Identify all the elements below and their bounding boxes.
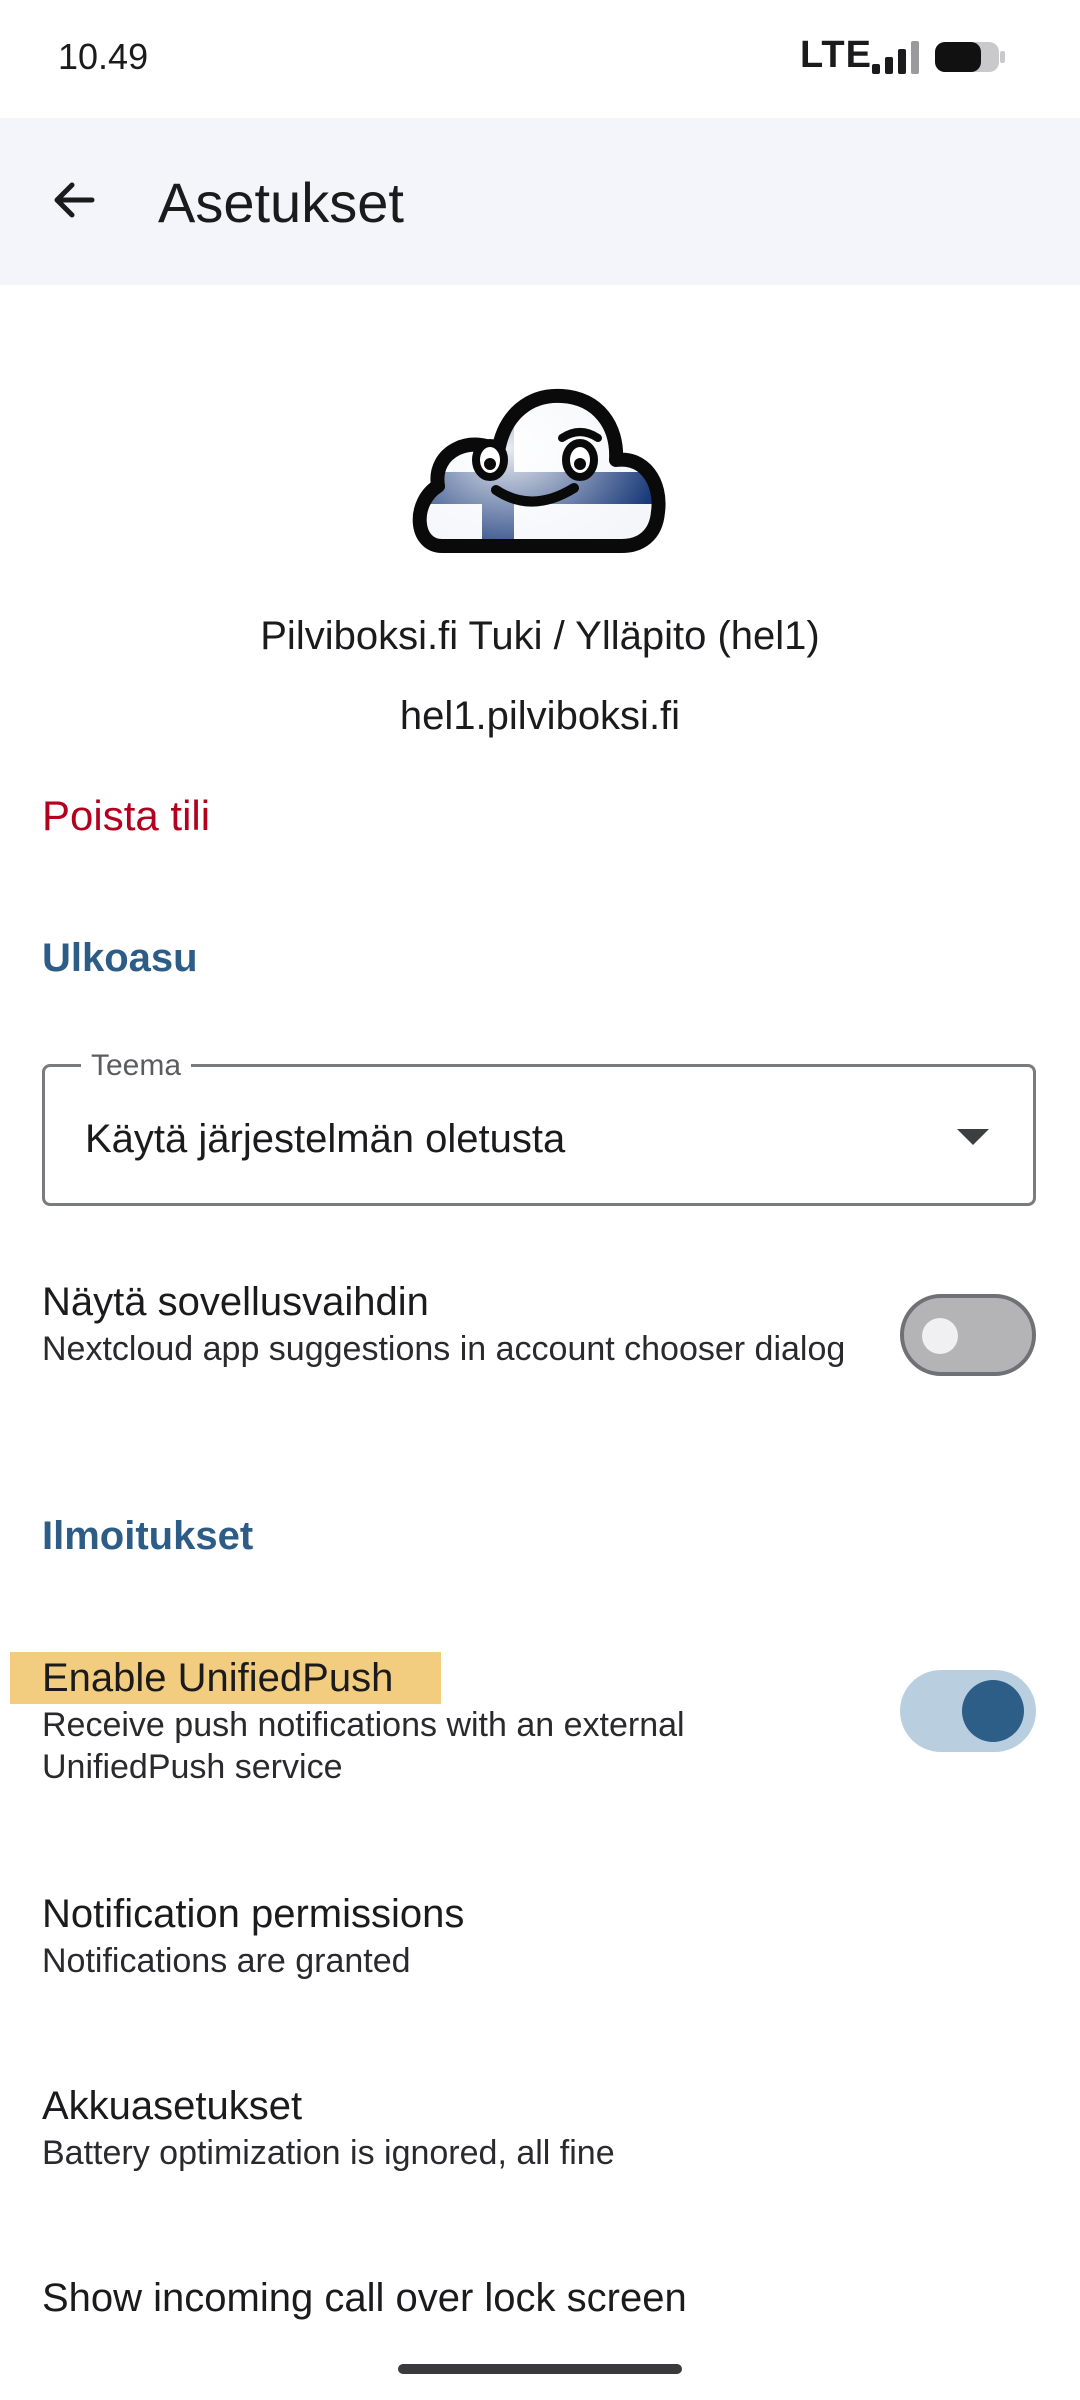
section-header-notifications: Ilmoitukset	[42, 1514, 254, 1558]
battery-setting[interactable]: Akkuasetukset Battery optimization is ig…	[42, 2080, 1042, 2174]
theme-select-value: Käytä järjestelmän oletusta	[85, 1117, 566, 1161]
unified-push-toggle[interactable]	[900, 1670, 1036, 1752]
unified-push-setting[interactable]: Enable UnifiedPush Receive push notifica…	[10, 1652, 1042, 1788]
unified-push-summary: Receive push notifications with an exter…	[42, 1706, 685, 1786]
home-indicator[interactable]	[398, 2364, 682, 2374]
page-title: Asetukset	[158, 171, 404, 234]
battery-summary: Battery optimization is ignored, all fin…	[42, 2134, 615, 2172]
dropdown-arrow-icon	[957, 1129, 989, 1145]
account-server: hel1.pilviboksi.fi	[399, 694, 681, 738]
notification-permissions-summary: Notifications are granted	[42, 1942, 411, 1980]
top-app-bar: Asetukset	[0, 118, 1080, 285]
toggle-knob	[922, 1318, 958, 1354]
notification-permissions-title: Notification permissions	[42, 1892, 465, 1936]
status-bar: 10.49 LTE	[0, 0, 1080, 118]
app-switcher-title: Näytä sovellusvaihdin	[42, 1280, 429, 1324]
delete-account-button[interactable]: Poista tili	[42, 792, 210, 840]
account-name: Pilviboksi.fi Tuki / Ylläpito (hel1)	[260, 614, 820, 658]
section-header-appearance: Ulkoasu	[42, 936, 198, 980]
toggle-knob	[962, 1680, 1024, 1742]
account-avatar	[412, 388, 666, 553]
theme-select-label: Teema	[81, 1049, 192, 1083]
battery-title: Akkuasetukset	[42, 2084, 303, 2128]
app-switcher-setting[interactable]: Näytä sovellusvaihdin Nextcloud app sugg…	[42, 1276, 1042, 1370]
arrow-back-icon	[54, 182, 95, 218]
theme-select[interactable]: Teema Käytä järjestelmän oletusta	[42, 1049, 1036, 1206]
signal-icon	[872, 41, 919, 74]
notification-permissions-setting[interactable]: Notification permissions Notifications a…	[42, 1888, 1042, 1982]
battery-icon	[935, 42, 1005, 72]
network-type: LTE	[800, 34, 872, 76]
back-button[interactable]	[36, 162, 112, 238]
lock-screen-call-title: Show incoming call over lock screen	[42, 2276, 687, 2320]
lock-screen-call-setting[interactable]: Show incoming call over lock screen	[42, 2272, 1042, 2324]
status-time: 10.49	[58, 36, 149, 77]
app-switcher-toggle[interactable]	[900, 1294, 1036, 1376]
app-switcher-summary: Nextcloud app suggestions in account cho…	[42, 1330, 846, 1368]
unified-push-title: Enable UnifiedPush	[10, 1652, 442, 1704]
